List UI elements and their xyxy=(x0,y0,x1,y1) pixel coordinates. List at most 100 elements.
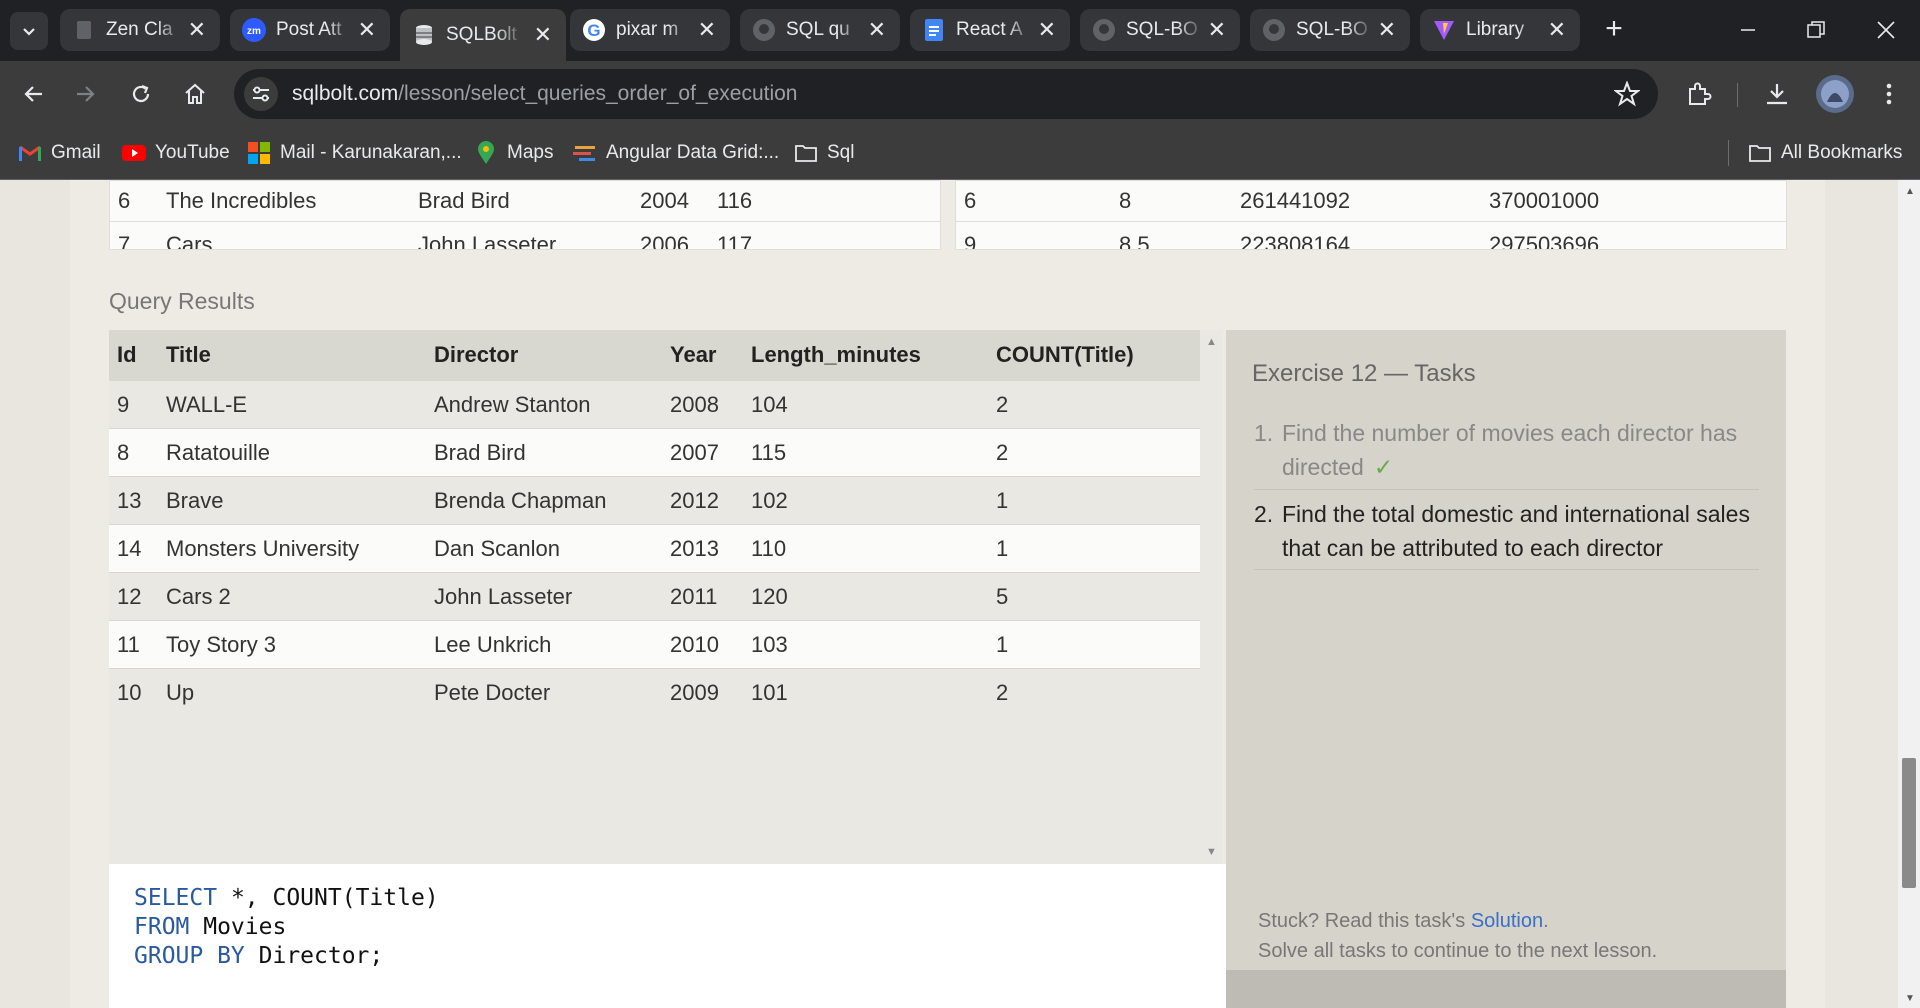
scroll-down-arrow-icon[interactable]: ▼ xyxy=(1206,846,1217,858)
cell: Lee Unkrich xyxy=(426,620,662,669)
google-icon: G xyxy=(582,18,606,42)
results-scrollbar[interactable]: ▲ ▼ xyxy=(1200,330,1222,864)
tab-library[interactable]: Library ✕ xyxy=(1420,9,1580,51)
column-header: Title xyxy=(158,330,426,381)
bookmark-star-button[interactable] xyxy=(1613,80,1641,112)
task-divider xyxy=(1254,489,1759,490)
table-row: 11 Toy Story 3 Lee Unkrich 2010 103 1 xyxy=(109,620,1200,669)
tab-title: Library xyxy=(1466,19,1525,40)
bookmark-folder-sql[interactable]: Sql xyxy=(794,126,854,179)
cell: 297503696 xyxy=(1489,232,1600,250)
more-vert-icon xyxy=(1886,83,1892,105)
bookmark-youtube[interactable]: YouTube xyxy=(122,126,230,179)
table-row: 9 8.5 223808164 297503696 xyxy=(956,225,1786,250)
tab-github-sql-bolt-2[interactable]: SQL-BO ✕ xyxy=(1250,9,1410,51)
page-scrollbar[interactable]: ▲ ▼ xyxy=(1898,180,1920,1008)
cell: 11 xyxy=(109,620,158,669)
address-bar[interactable]: sqlbolt.com/lesson/select_queries_order_… xyxy=(234,69,1658,119)
column-header: COUNT(Title) xyxy=(988,330,1200,381)
all-bookmarks-button[interactable]: All Bookmarks xyxy=(1748,126,1902,179)
site-info-button[interactable] xyxy=(244,77,278,111)
folder-icon xyxy=(1748,142,1772,164)
url-text[interactable]: sqlbolt.com/lesson/select_queries_order_… xyxy=(292,82,797,106)
table-row: 8 Ratatouille Brad Bird 2007 115 2 xyxy=(109,428,1200,477)
close-tab-icon[interactable]: ✕ xyxy=(534,22,552,48)
tab-title: Zen Cla xyxy=(106,19,173,40)
extensions-button[interactable] xyxy=(1682,77,1716,111)
tab-google-search[interactable]: G pixar m ✕ xyxy=(570,9,730,51)
close-tab-icon[interactable]: ✕ xyxy=(358,17,376,43)
gmail-icon xyxy=(18,142,42,164)
cell: 2 xyxy=(988,428,1200,477)
cell: 2011 xyxy=(662,572,743,621)
all-bookmarks-label: All Bookmarks xyxy=(1781,141,1903,163)
tab-github-sql-bolt-1[interactable]: SQL-BO ✕ xyxy=(1080,9,1240,51)
cell: 2012 xyxy=(662,476,743,525)
scroll-up-arrow-icon[interactable]: ▲ xyxy=(1206,336,1217,348)
tasks-panel: Exercise 12 — Tasks 1. Find the number o… xyxy=(1226,330,1786,970)
close-tab-icon[interactable]: ✕ xyxy=(1208,17,1226,43)
cell: John Lasseter xyxy=(418,232,557,250)
cell: 223808164 xyxy=(1240,232,1351,250)
scrollbar-thumb[interactable] xyxy=(1902,758,1916,888)
cell: Brave xyxy=(158,476,426,525)
tab-strip: Zen Cla ✕ zm Post Att ✕ SQLBolt ✕ G pixa… xyxy=(0,0,1920,61)
scroll-up-arrow-icon[interactable]: ▲ xyxy=(1905,186,1915,197)
tab-github-sql-queries[interactable]: SQL qu ✕ xyxy=(740,9,900,51)
bookmark-label: YouTube xyxy=(155,141,230,163)
new-tab-button[interactable]: + xyxy=(1598,14,1630,46)
bookmark-gmail[interactable]: Gmail xyxy=(18,126,101,179)
cell: Ratatouille xyxy=(158,428,426,477)
github-icon xyxy=(752,18,776,42)
back-button[interactable] xyxy=(16,77,50,111)
solution-link[interactable]: Solution xyxy=(1471,910,1543,932)
cell: 115 xyxy=(743,428,988,477)
cell: 120 xyxy=(743,572,988,621)
movies-table-preview: 6 The Incredibles Brad Bird 2004 116 7 C… xyxy=(109,180,941,250)
close-window-button[interactable] xyxy=(1856,10,1916,50)
cell: 7 xyxy=(118,232,131,250)
close-tab-icon[interactable]: ✕ xyxy=(1548,17,1566,43)
puzzle-icon xyxy=(1689,82,1712,105)
tab-sqlbolt[interactable]: SQLBolt ✕ xyxy=(400,9,566,61)
home-button[interactable] xyxy=(178,77,212,111)
sql-keyword: SELECT xyxy=(134,885,218,911)
downloads-button[interactable] xyxy=(1760,77,1794,111)
menu-button[interactable] xyxy=(1872,77,1906,111)
bookmark-angular-data-grid[interactable]: Angular Data Grid:... xyxy=(573,126,779,179)
sql-text: Movies xyxy=(189,914,287,940)
cell: Andrew Stanton xyxy=(426,380,662,429)
forward-button[interactable] xyxy=(69,77,103,111)
folder-icon xyxy=(794,142,818,164)
cell: 101 xyxy=(743,668,988,716)
reload-button[interactable] xyxy=(124,77,158,111)
tab-post-att[interactable]: zm Post Att ✕ xyxy=(230,9,390,51)
tab-search-button[interactable] xyxy=(10,12,48,50)
toolbar-divider xyxy=(1737,83,1738,107)
avatar xyxy=(1816,75,1854,113)
cell: Up xyxy=(158,668,426,716)
profile-button[interactable] xyxy=(1814,73,1856,115)
cell: 8 xyxy=(109,428,158,477)
bookmark-maps[interactable]: Maps xyxy=(474,126,553,179)
restore-icon xyxy=(1807,21,1825,38)
scroll-down-arrow-icon[interactable]: ▼ xyxy=(1905,993,1915,1004)
close-tab-icon[interactable]: ✕ xyxy=(868,17,886,43)
tab-title: SQL-BO xyxy=(1296,19,1368,40)
sql-query-editor[interactable]: SELECT *, COUNT(Title) FROM Movies GROUP… xyxy=(109,864,1226,1008)
tab-zen-class[interactable]: Zen Cla ✕ xyxy=(60,9,220,51)
close-tab-icon[interactable]: ✕ xyxy=(1038,17,1056,43)
close-tab-icon[interactable]: ✕ xyxy=(188,17,206,43)
tasks-heading: Exercise 12 — Tasks xyxy=(1252,360,1476,387)
close-tab-icon[interactable]: ✕ xyxy=(1378,17,1396,43)
restore-button[interactable] xyxy=(1786,10,1846,50)
minimize-button[interactable] xyxy=(1718,10,1778,50)
cell: 2009 xyxy=(662,668,743,716)
tab-react-doc[interactable]: React A ✕ xyxy=(910,9,1070,51)
close-tab-icon[interactable]: ✕ xyxy=(698,17,716,43)
cell: 104 xyxy=(743,380,988,429)
task-text: Find the total domestic and internationa… xyxy=(1282,501,1750,561)
cell: 2013 xyxy=(662,524,743,573)
page-content: 6 The Incredibles Brad Bird 2004 116 7 C… xyxy=(0,180,1898,1008)
bookmark-mail[interactable]: Mail - Karunakaran,... xyxy=(247,126,462,179)
